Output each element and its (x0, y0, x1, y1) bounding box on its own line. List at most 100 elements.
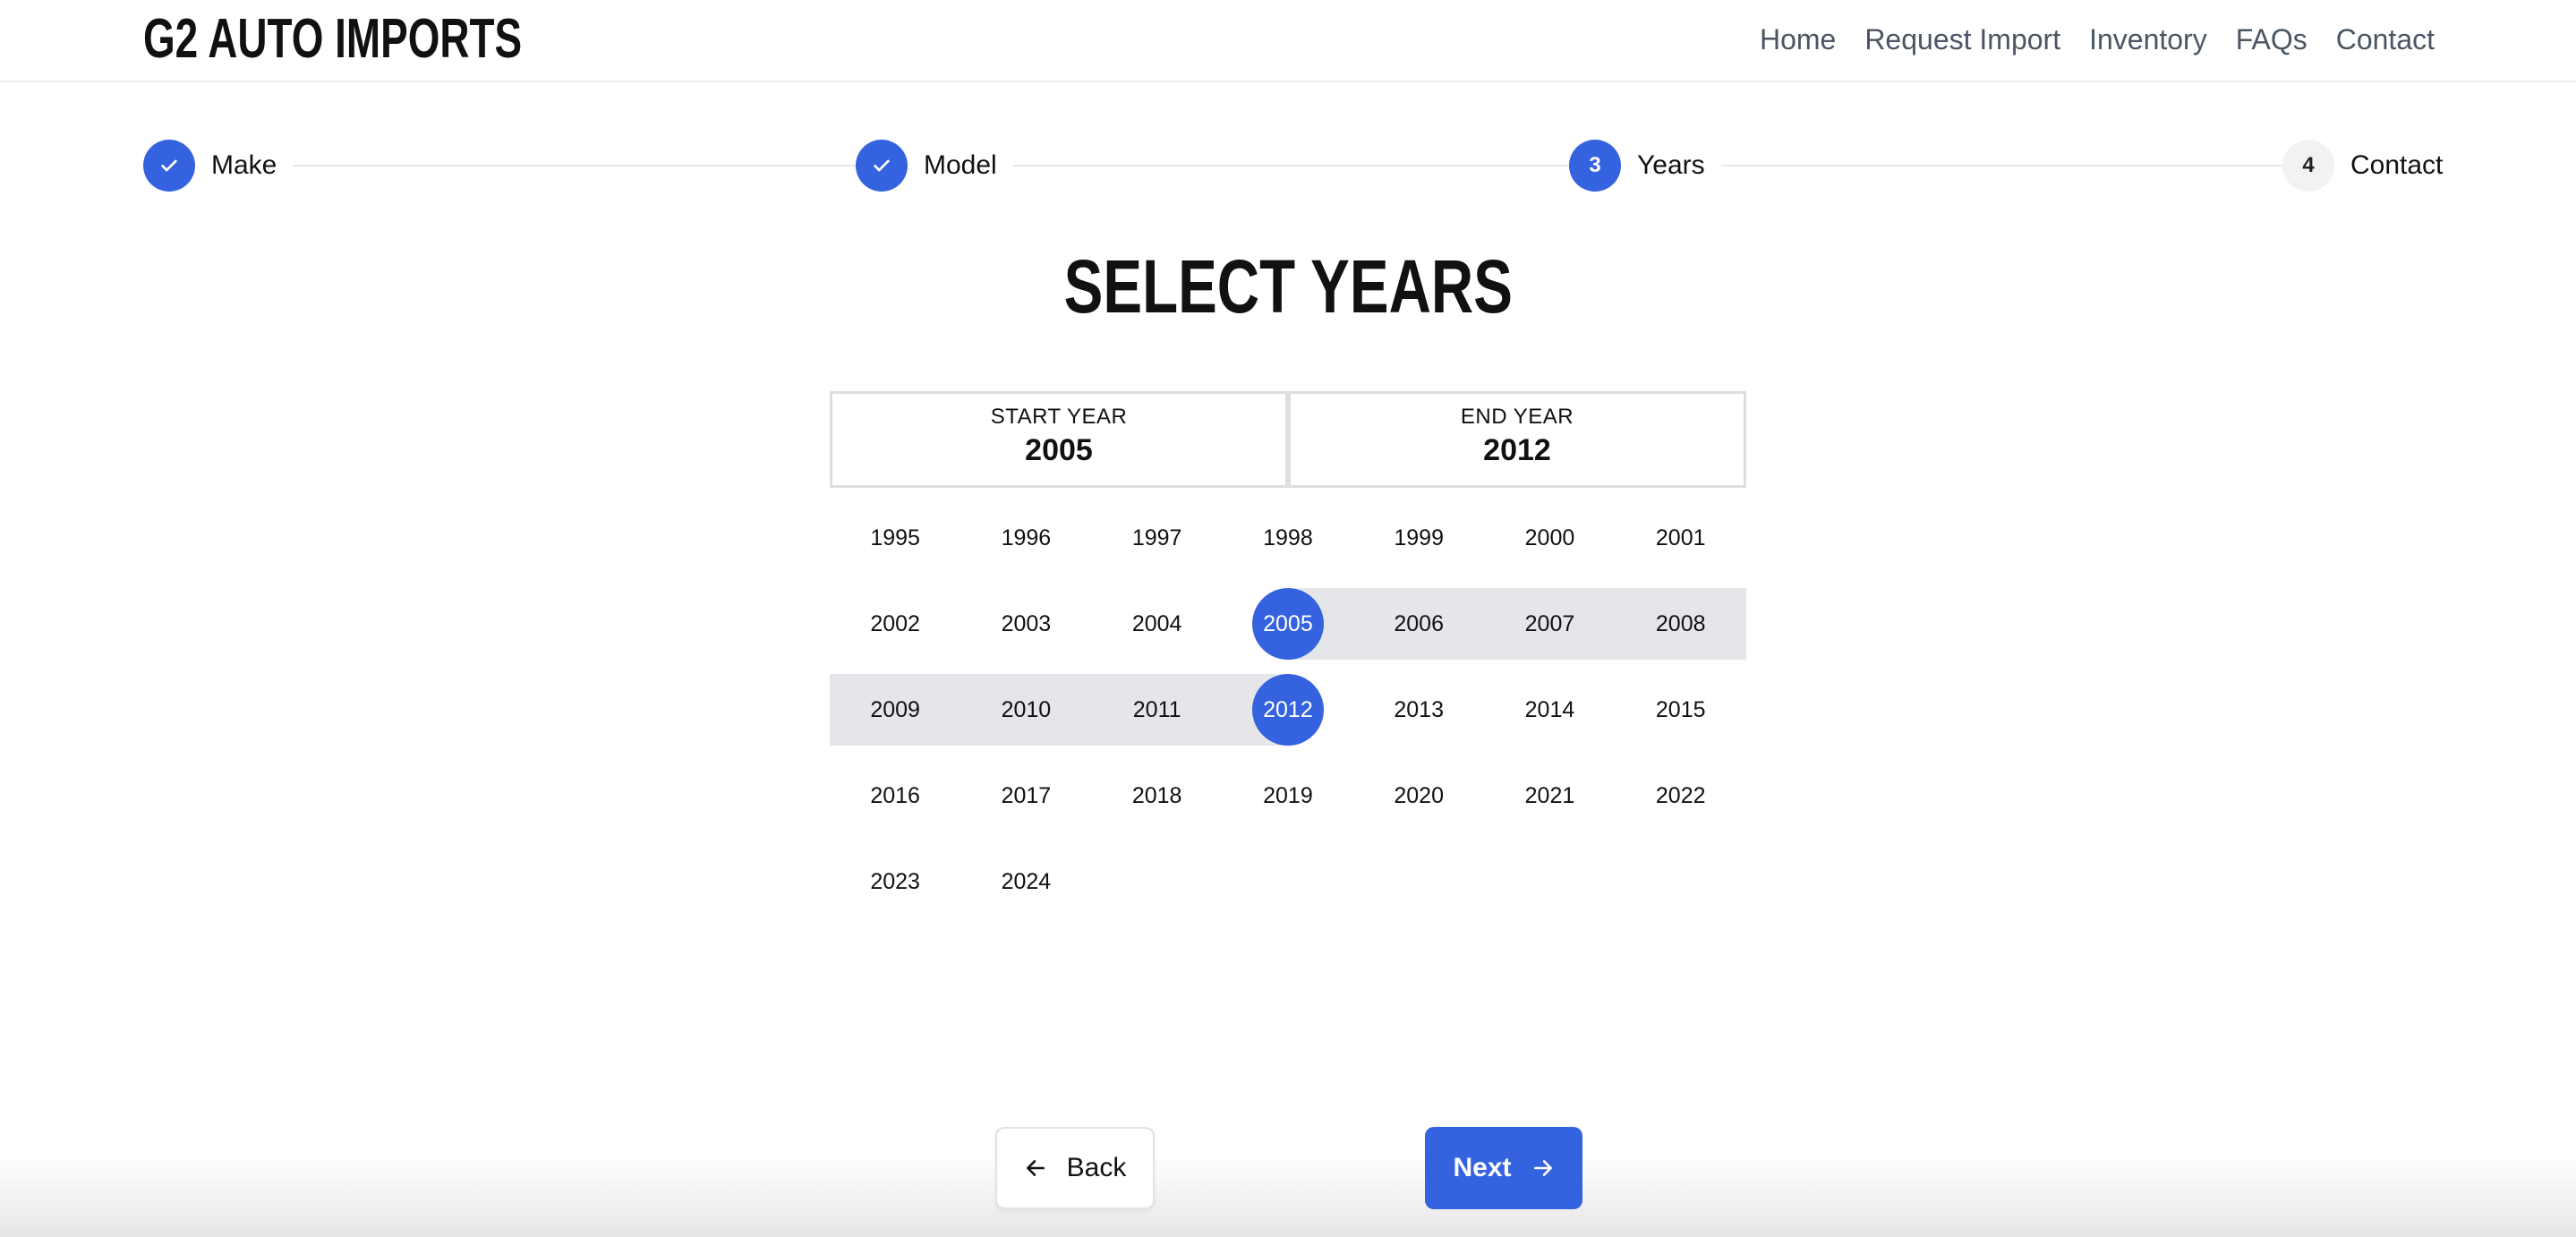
start-year-label: START YEAR (990, 405, 1128, 429)
year-label: 2023 (870, 868, 920, 894)
year-option[interactable]: 2011 (1092, 674, 1223, 746)
year-label: 2013 (1394, 696, 1444, 722)
year-label: 1998 (1263, 525, 1313, 550)
year-label: 2006 (1394, 610, 1444, 636)
nav-faqs-link[interactable]: FAQs (2236, 23, 2307, 56)
step-years[interactable]: 3 Years (1569, 140, 1721, 192)
year-label: 2002 (870, 610, 920, 636)
year-label: 1997 (1131, 525, 1182, 550)
year-option[interactable]: 2023 (830, 846, 960, 917)
year-option[interactable]: 2008 (1616, 588, 1746, 660)
arrow-right-icon (1531, 1156, 1555, 1180)
end-year-value: 2012 (1483, 433, 1551, 467)
year-option[interactable]: 2016 (830, 760, 960, 832)
year-label: 2015 (1655, 696, 1706, 722)
progress-stepper: Make Model 3 Years 4 Contact (143, 140, 2444, 192)
year-option[interactable]: 1998 (1223, 502, 1353, 574)
site-header: G2 AUTO IMPORTS Home Request Import Inve… (0, 0, 2576, 82)
nav-home-link[interactable]: Home (1760, 23, 1836, 56)
year-row: 2009 2010 2011 2012 2013 2014 2015 (830, 674, 1746, 746)
step-contact-label: Contact (2350, 150, 2444, 180)
step-model-label: Model (924, 150, 997, 180)
year-grid: 1995 1996 1997 1998 1999 2000 2001 2002 2003 2004… (830, 502, 1746, 932)
year-label: 2016 (870, 782, 920, 808)
bottom-fade (0, 1155, 2576, 1237)
year-label: 2007 (1524, 610, 1575, 636)
site-logo[interactable]: G2 AUTO IMPORTS (143, 7, 522, 72)
year-label: 2024 (1001, 868, 1052, 894)
start-year-box[interactable]: START YEAR 2005 (830, 391, 1288, 488)
back-button-label: Back (1066, 1153, 1127, 1182)
year-label: 2000 (1524, 525, 1575, 550)
year-option[interactable]: 2015 (1616, 674, 1746, 746)
page-title: SELECT YEARS (0, 243, 2576, 329)
year-label: 2020 (1394, 782, 1444, 808)
year-label: 1995 (870, 525, 920, 550)
year-label: 1999 (1394, 525, 1444, 550)
year-option[interactable]: 2000 (1484, 502, 1615, 574)
year-label: 2005 (1263, 610, 1313, 636)
start-year-value: 2005 (1025, 433, 1093, 467)
year-option[interactable]: 1996 (960, 502, 1091, 574)
year-option[interactable]: 2007 (1484, 588, 1615, 660)
year-option[interactable]: 2020 (1353, 760, 1484, 832)
step-years-number: 3 (1569, 140, 1621, 192)
page-title-text: SELECT YEARS (1063, 244, 1513, 328)
year-label: 2011 (1132, 696, 1181, 722)
year-option[interactable]: 2019 (1223, 760, 1353, 832)
step-years-label: Years (1637, 150, 1705, 180)
year-label: 2003 (1001, 610, 1052, 636)
year-option-start-selected[interactable]: 2005 (1223, 588, 1353, 660)
year-option[interactable]: 2024 (960, 846, 1091, 917)
year-label: 2019 (1263, 782, 1313, 808)
year-label: 2021 (1524, 782, 1575, 808)
nav-contact-link[interactable]: Contact (2336, 23, 2435, 56)
year-option-end-selected[interactable]: 2012 (1223, 674, 1353, 746)
year-label: 1996 (1001, 525, 1052, 550)
year-option[interactable]: 1997 (1092, 502, 1223, 574)
year-option[interactable]: 2014 (1484, 674, 1615, 746)
year-row: 1995 1996 1997 1998 1999 2000 2001 (830, 502, 1746, 574)
year-option[interactable]: 2022 (1616, 760, 1746, 832)
year-row: 2023 2024 (830, 846, 1746, 917)
year-label: 2022 (1655, 782, 1706, 808)
year-label: 2001 (1655, 525, 1706, 550)
year-option[interactable]: 2009 (830, 674, 960, 746)
step-model[interactable]: Model (856, 140, 1013, 192)
step-contact-number: 4 (2282, 140, 2334, 192)
year-row: 2016 2017 2018 2019 2020 2021 2022 (830, 760, 1746, 832)
year-option[interactable]: 2001 (1616, 502, 1746, 574)
year-option[interactable]: 2003 (960, 588, 1091, 660)
year-label: 2014 (1524, 696, 1575, 722)
step-contact[interactable]: 4 Contact (2282, 140, 2444, 192)
step-model-check-icon (856, 140, 908, 192)
step-make-label: Make (211, 150, 277, 180)
year-label: 2018 (1131, 782, 1182, 808)
year-option[interactable]: 1995 (830, 502, 960, 574)
year-option[interactable]: 2017 (960, 760, 1091, 832)
back-button[interactable]: Back (995, 1127, 1155, 1209)
year-option[interactable]: 2013 (1353, 674, 1484, 746)
arrow-left-icon (1024, 1156, 1047, 1180)
nav-inventory-link[interactable]: Inventory (2089, 23, 2207, 56)
year-label: 2009 (870, 696, 920, 722)
year-option[interactable]: 2004 (1092, 588, 1223, 660)
year-label: 2008 (1655, 610, 1706, 636)
end-year-label: END YEAR (1460, 405, 1574, 429)
step-make[interactable]: Make (143, 140, 294, 192)
next-button-label: Next (1453, 1153, 1512, 1182)
next-button[interactable]: Next (1425, 1127, 1582, 1209)
year-option[interactable]: 2021 (1484, 760, 1615, 832)
year-row: 2002 2003 2004 2005 2006 2007 2008 (830, 588, 1746, 660)
year-option[interactable]: 2010 (960, 674, 1091, 746)
year-label: 2004 (1131, 610, 1182, 636)
year-option[interactable]: 2018 (1092, 760, 1223, 832)
end-year-box[interactable]: END YEAR 2012 (1288, 391, 1746, 488)
year-option[interactable]: 2002 (830, 588, 960, 660)
step-make-check-icon (143, 140, 195, 192)
year-option[interactable]: 1999 (1353, 502, 1484, 574)
year-label: 2010 (1001, 696, 1052, 722)
nav-request-import-link[interactable]: Request Import (1864, 23, 2060, 56)
year-label: 2012 (1263, 696, 1313, 722)
year-option[interactable]: 2006 (1353, 588, 1484, 660)
